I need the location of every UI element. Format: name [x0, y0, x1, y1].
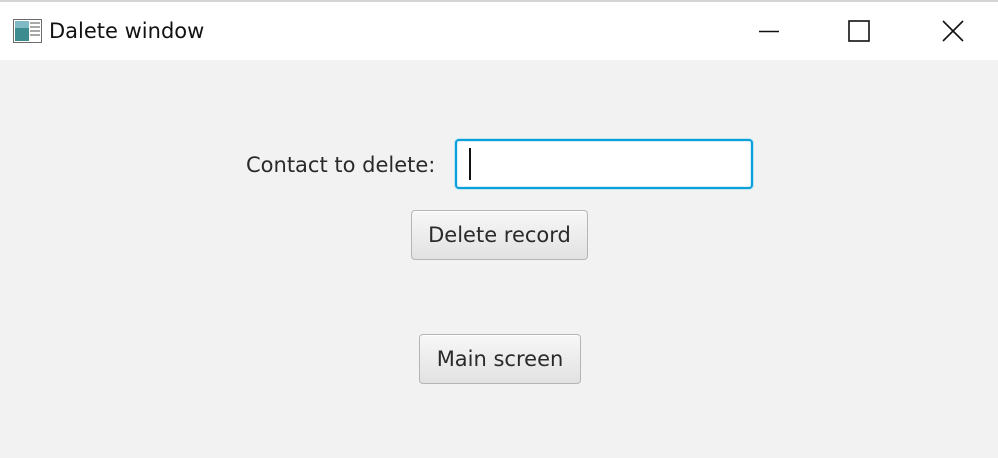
close-button[interactable] [930, 2, 976, 60]
contact-label: Contact to delete: [246, 153, 436, 177]
minimize-icon [759, 30, 779, 33]
maximize-icon [848, 20, 870, 42]
text-caret [469, 148, 471, 180]
window-title: Dalete window [49, 19, 205, 43]
delete-record-button[interactable]: Delete record [411, 210, 588, 260]
maximize-button[interactable] [836, 2, 882, 60]
title-bar[interactable]: Dalete window [0, 2, 998, 60]
minimize-button[interactable] [746, 2, 792, 60]
java-app-icon [13, 19, 42, 43]
close-icon [942, 20, 964, 42]
delete-window: Dalete window Contact to delete: Delete … [0, 0, 998, 458]
contact-input[interactable] [455, 139, 753, 189]
main-screen-button[interactable]: Main screen [419, 334, 581, 384]
